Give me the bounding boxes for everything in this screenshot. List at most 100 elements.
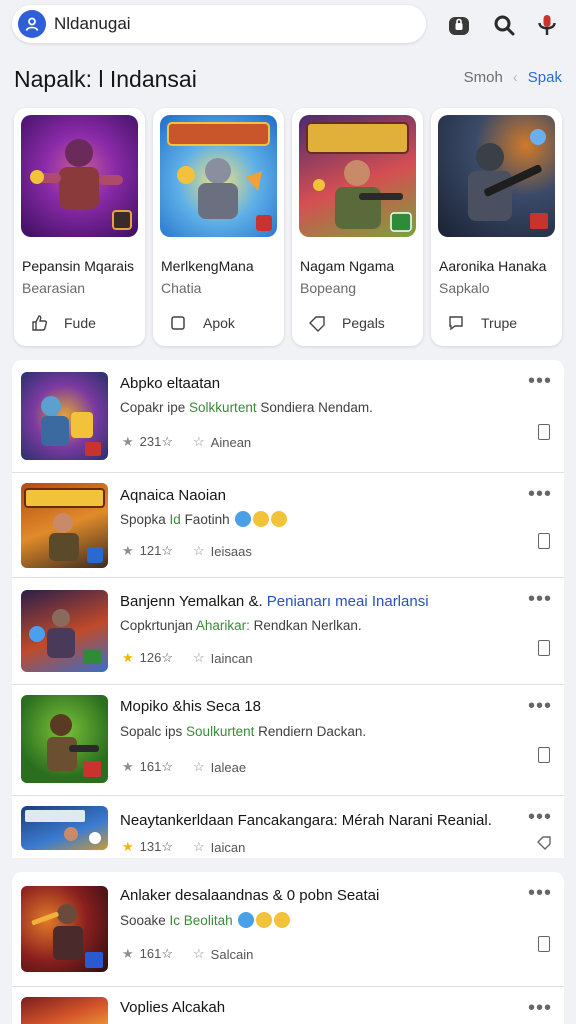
- game-card[interactable]: MerlkengMana Chatia Apok: [153, 108, 284, 346]
- game-thumbnail: [21, 886, 108, 972]
- list-item[interactable]: Aqnaica Naoian Spopka Id Faotinh ★ 121☆ …: [12, 473, 564, 577]
- item-title: Abpko eltaatan: [120, 375, 221, 392]
- card-subtitle: Bearasian: [22, 280, 86, 296]
- more-options-icon[interactable]: •••: [528, 695, 552, 718]
- card-subtitle: Bopeang: [300, 280, 357, 296]
- item-meta: ★ 231☆ ☆ Ainean: [122, 434, 251, 450]
- search-icon[interactable]: [491, 12, 517, 38]
- list-item[interactable]: Anlaker desalaandnas & 0 pobn Seatai Soo…: [12, 872, 564, 986]
- star-outline-icon: ☆: [193, 759, 205, 774]
- star-outline-icon: ☆: [193, 543, 205, 558]
- item-meta-label: Ialeae: [210, 759, 247, 775]
- game-thumbnail: [21, 372, 108, 460]
- card-title: Aaronika Hanaka: [439, 258, 547, 274]
- speech-bubble-icon: [238, 912, 255, 928]
- list-item[interactable]: Mopiko &his Seca 18 Sopalc ips Soulkurte…: [12, 685, 564, 795]
- item-meta: ★ 121☆ ☆ Ieisaas: [122, 543, 252, 559]
- featured-cards: Pepansin Mqarais Bearasian Fude Merlkeng…: [14, 108, 576, 348]
- square-icon: [171, 316, 185, 330]
- list-item[interactable]: Banjenn Yemalkan &. Penianarı meai Inarl…: [12, 578, 564, 684]
- smile-emoji-icon: [256, 912, 273, 928]
- card-subtitle: Chatia: [161, 280, 202, 296]
- card-action[interactable]: Trupe: [447, 314, 517, 332]
- item-rating: 121☆: [139, 543, 174, 558]
- microphone-icon[interactable]: [534, 12, 560, 38]
- more-options-icon[interactable]: •••: [528, 370, 552, 393]
- item-title: Neaytankerldaan Fancakangara: Mérah Nara…: [120, 812, 492, 829]
- search-bar[interactable]: Nldanugai: [12, 5, 426, 43]
- card-action-label: Trupe: [481, 315, 518, 331]
- card-action[interactable]: Apok: [169, 314, 235, 332]
- card-action-label: Fude: [64, 315, 96, 331]
- bookmark-icon[interactable]: [538, 936, 550, 952]
- section-link-smoh[interactable]: Smoh: [464, 69, 503, 86]
- card-action[interactable]: Pegals: [308, 314, 385, 332]
- item-rating: 161☆: [139, 759, 174, 774]
- tag-icon: [309, 316, 325, 332]
- wink-emoji-icon: [271, 511, 288, 527]
- star-icon: ★: [122, 650, 134, 665]
- item-meta-label: Ieisaas: [210, 543, 252, 559]
- card-title: Pepansin Mqarais: [22, 258, 135, 274]
- game-art: [299, 115, 416, 237]
- avatar[interactable]: [18, 10, 46, 38]
- game-thumbnail: [21, 483, 108, 568]
- item-meta-label: Salcain: [210, 946, 254, 962]
- bookmark-icon[interactable]: [538, 424, 550, 440]
- item-meta-label: Iaican: [210, 839, 246, 855]
- card-action[interactable]: Fude: [30, 314, 96, 332]
- item-subtitle: Sooake Ic Beolitah: [120, 912, 291, 928]
- lock-icon[interactable]: [446, 12, 472, 38]
- bookmark-icon[interactable]: [538, 533, 550, 549]
- more-options-icon[interactable]: •••: [528, 997, 552, 1020]
- star-icon: ★: [122, 543, 134, 558]
- star-icon: ★: [122, 434, 134, 449]
- item-subtitle: Copakr ipe Solkkurtent Sondiera Nendam.: [120, 400, 373, 415]
- game-card[interactable]: Aaronika Hanaka Sapkalo Trupe: [431, 108, 562, 346]
- item-meta-label: Ainean: [210, 434, 252, 450]
- item-title: Anlaker desalaandnas & 0 pobn Seatai: [120, 887, 380, 904]
- speech-bubble-icon: [235, 511, 252, 527]
- game-art: [160, 115, 277, 237]
- card-title: MerlkengMana: [161, 258, 254, 274]
- bookmark-icon[interactable]: [538, 747, 550, 763]
- thumb-up-icon: [32, 315, 48, 331]
- smile-emoji-icon: [253, 511, 270, 527]
- list-item[interactable]: Voplies Alcakah •••: [12, 987, 564, 1024]
- tag-icon[interactable]: [536, 834, 552, 850]
- item-subtitle: Copkrtunjan Aharikar: Rendkan Nerlkan.: [120, 618, 362, 633]
- star-icon: ★: [122, 839, 134, 854]
- card-action-label: Pegals: [342, 315, 385, 331]
- section-title: Napalk: l Indansai: [14, 66, 197, 92]
- game-card[interactable]: Nagam Ngama Bopeang Pegals: [292, 108, 423, 346]
- more-options-icon[interactable]: •••: [528, 588, 552, 611]
- comment-icon: [449, 316, 463, 331]
- more-options-icon[interactable]: •••: [528, 483, 552, 506]
- list-item[interactable]: Neaytankerldaan Fancakangara: Mérah Nara…: [12, 796, 564, 858]
- game-art: [21, 115, 138, 237]
- item-title: Mopiko &his Seca 18: [120, 698, 261, 715]
- item-meta-label: Iaincan: [210, 650, 253, 666]
- card-action-label: Apok: [203, 315, 235, 331]
- section-link-spak[interactable]: Spak: [528, 69, 562, 86]
- more-options-icon[interactable]: •••: [528, 882, 552, 905]
- game-art: [438, 115, 555, 237]
- star-icon: ★: [122, 946, 134, 961]
- item-meta: ★ 131☆ ☆ Iaican: [122, 839, 245, 855]
- star-outline-icon: ☆: [193, 839, 205, 854]
- star-outline-icon: ☆: [193, 946, 205, 961]
- bookmark-icon[interactable]: [538, 640, 550, 656]
- section-links: Smoh ‹ Spak: [464, 69, 562, 86]
- more-options-icon[interactable]: •••: [528, 806, 552, 829]
- star-outline-icon: ☆: [193, 650, 205, 665]
- search-input[interactable]: Nldanugai: [54, 14, 131, 34]
- game-card[interactable]: Pepansin Mqarais Bearasian Fude: [14, 108, 145, 346]
- list-item[interactable]: Abpko eltaatan Copakr ipe Solkkurtent So…: [12, 360, 564, 472]
- game-thumbnail: [21, 695, 108, 783]
- separator: ‹: [512, 69, 518, 86]
- wink-emoji-icon: [274, 912, 291, 928]
- card-title: Nagam Ngama: [300, 258, 395, 274]
- user-icon: [25, 17, 39, 31]
- item-title: Banjenn Yemalkan &. Penianarı meai Inarl…: [120, 593, 429, 610]
- card-subtitle: Sapkalo: [439, 280, 490, 296]
